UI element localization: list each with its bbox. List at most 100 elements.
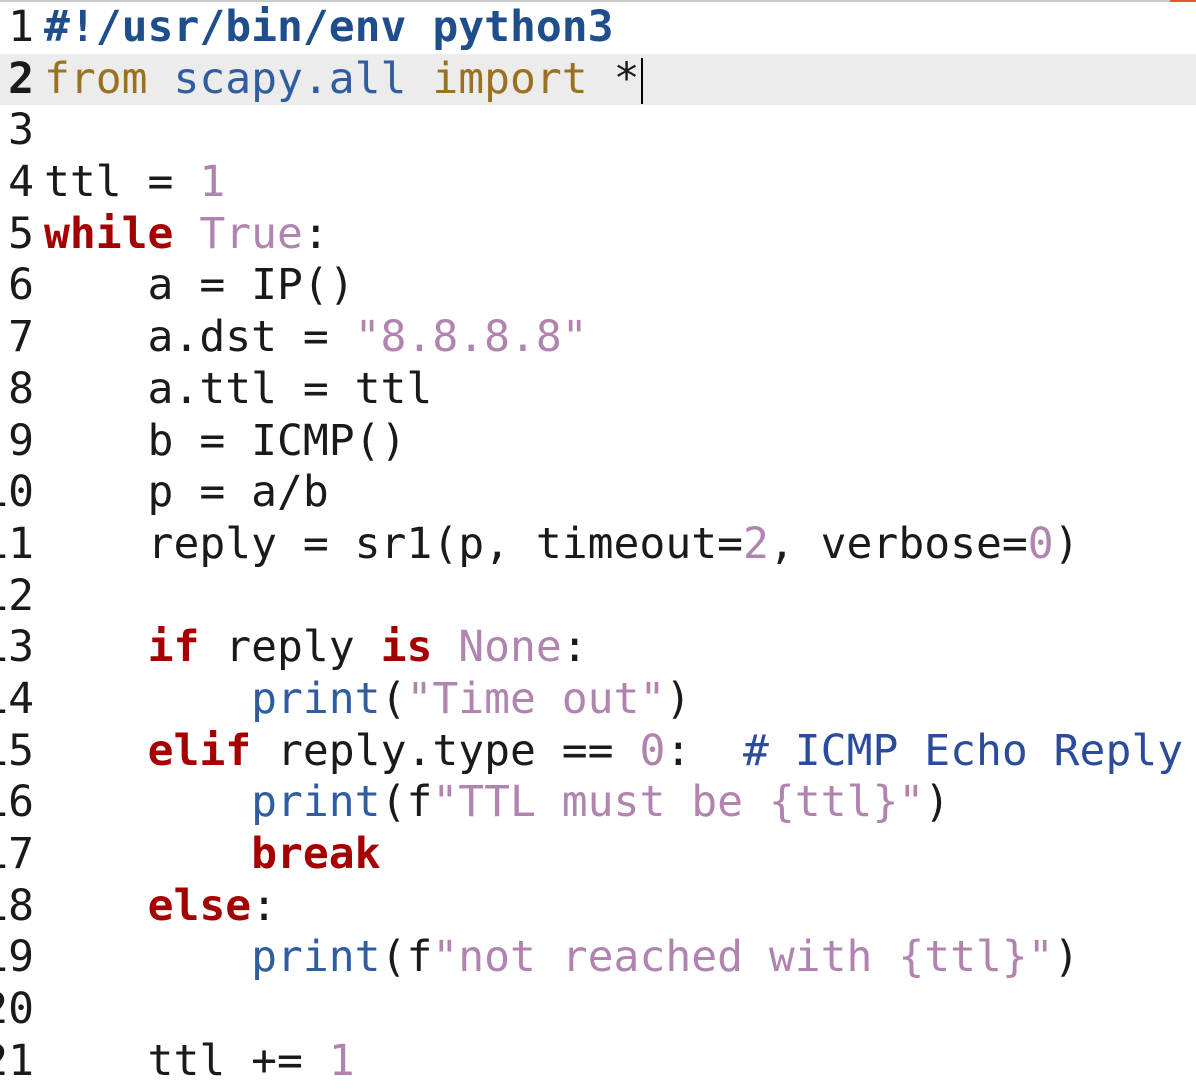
code-line-3[interactable]: 3 <box>0 105 1196 157</box>
code-token: from <box>44 53 148 104</box>
line-number: 3 <box>8 105 34 156</box>
code-token: ) <box>665 673 692 724</box>
code-token: print <box>251 673 381 724</box>
line-code: ttl = 1 <box>44 157 225 209</box>
code-token: a.ttl = ttl <box>44 363 433 414</box>
code-editor[interactable]: 1 #!/usr/bin/env python3 2 from scapy.all i… <box>0 2 1196 1090</box>
line-number: 4 <box>8 157 34 208</box>
code-line-11[interactable]: 11 reply = sr1(p, timeout=2, verbose=0) <box>0 519 1196 571</box>
code-line-15[interactable]: 15 elif reply.type == 0: # ICMP Echo Rep… <box>0 726 1196 778</box>
code-token: ttl = <box>44 157 200 208</box>
code-line-10[interactable]: 10 p = a/b <box>0 467 1196 519</box>
code-token: : <box>561 622 588 673</box>
line-code: ttl += 1 <box>44 1036 355 1088</box>
line-number: 9 <box>8 415 34 466</box>
line-number: 10 <box>0 467 34 518</box>
line-number: 16 <box>0 777 34 828</box>
code-line-13[interactable]: 13 if reply is None: <box>0 622 1196 674</box>
line-code: a.ttl = ttl <box>44 363 433 416</box>
line-code: while True: <box>44 209 329 261</box>
code-token: p = a/b <box>44 467 329 518</box>
code-line-7[interactable]: 7 a.dst = "8.8.8.8" <box>0 312 1196 364</box>
code-token: None <box>458 622 562 673</box>
code-token: ) <box>1053 518 1080 569</box>
line-number: 6 <box>8 260 34 311</box>
line-code: p = a/b <box>44 467 329 519</box>
code-line-8[interactable]: 8 a.ttl = ttl <box>0 364 1196 416</box>
line-number: 14 <box>0 673 34 724</box>
code-token: ( <box>380 673 407 724</box>
code-token: while <box>44 208 174 259</box>
line-code: from scapy.all import * <box>44 53 644 106</box>
line-number: 21 <box>0 1035 34 1086</box>
line-number: 19 <box>0 932 34 983</box>
line-number: 20 <box>0 984 34 1035</box>
code-line-18[interactable]: 18 else: <box>0 881 1196 933</box>
code-token: elif <box>147 725 252 776</box>
code-line-4[interactable]: 4 ttl = 1 <box>0 157 1196 209</box>
line-code: #!/usr/bin/env python3 <box>44 2 614 54</box>
code-token: : <box>665 725 744 776</box>
line-code: b = ICMP() <box>44 416 407 468</box>
code-line-16[interactable]: 16 print(f"TTL must be {ttl}") <box>0 777 1196 829</box>
line-number: 17 <box>0 829 34 879</box>
line-code: if reply is None: <box>44 622 588 674</box>
code-line-21[interactable]: 21 ttl += 1 <box>0 1036 1196 1088</box>
line-number: 18 <box>0 880 34 931</box>
code-line-1[interactable]: 1 #!/usr/bin/env python3 <box>0 2 1196 54</box>
code-line-5[interactable]: 5 while True: <box>0 209 1196 261</box>
line-code: a.dst = "8.8.8.8" <box>44 312 588 364</box>
code-token: print <box>251 932 381 983</box>
line-code: print("Time out") <box>44 674 691 726</box>
code-token: 0 <box>639 725 666 776</box>
code-token: is <box>380 622 433 673</box>
code-line-12[interactable]: 12 <box>0 571 1196 623</box>
code-token: ) <box>1053 932 1080 983</box>
code-token: reply = sr1(p, timeout= <box>44 518 743 569</box>
line-number: 7 <box>8 312 34 363</box>
text-cursor <box>641 58 644 105</box>
code-token: ) <box>924 777 951 828</box>
code-line-14[interactable]: 14 print("Time out") <box>0 674 1196 726</box>
code-token: "not reached with {ttl}" <box>432 932 1054 983</box>
code-token: "TTL must be {ttl}" <box>432 777 925 828</box>
line-number: 1 <box>8 2 34 52</box>
code-token: # ICMP Echo Reply <box>743 725 1184 776</box>
code-token: True <box>199 208 303 259</box>
code-token: if <box>147 622 200 673</box>
line-number: 15 <box>0 725 34 776</box>
line-number: 11 <box>0 518 34 569</box>
line-code: print(f"not reached with {ttl}") <box>44 932 1080 984</box>
line-number: 12 <box>0 570 34 621</box>
code-line-20[interactable]: 20 <box>0 984 1196 1036</box>
code-token: (f <box>380 932 433 983</box>
code-token: * <box>587 53 640 104</box>
code-line-19[interactable]: 19 print(f"not reached with {ttl}") <box>0 932 1196 984</box>
code-token: 2 <box>742 518 769 569</box>
code-token: (f <box>380 777 433 828</box>
line-number: 8 <box>8 363 34 414</box>
code-line-6[interactable]: 6 a = IP() <box>0 260 1196 312</box>
code-token: a.dst = <box>44 312 355 363</box>
code-token: a = IP() <box>44 260 355 311</box>
line-code: reply = sr1(p, timeout=2, verbose=0) <box>44 519 1080 571</box>
line-code: elif reply.type == 0: # ICMP Echo Reply <box>44 725 1184 778</box>
code-token: 1 <box>199 157 226 208</box>
code-token: import <box>432 53 588 104</box>
code-token: else <box>147 880 252 931</box>
code-line-17[interactable]: 17 break <box>0 829 1196 881</box>
code-line-9[interactable]: 9 b = ICMP() <box>0 416 1196 468</box>
code-line-2[interactable]: 2 from scapy.all import * <box>0 53 1196 106</box>
code-token: "Time out" <box>406 673 666 724</box>
code-token: , verbose= <box>768 518 1028 569</box>
line-code: break <box>44 829 380 881</box>
line-number: 13 <box>0 622 34 673</box>
line-number: 5 <box>8 208 34 259</box>
